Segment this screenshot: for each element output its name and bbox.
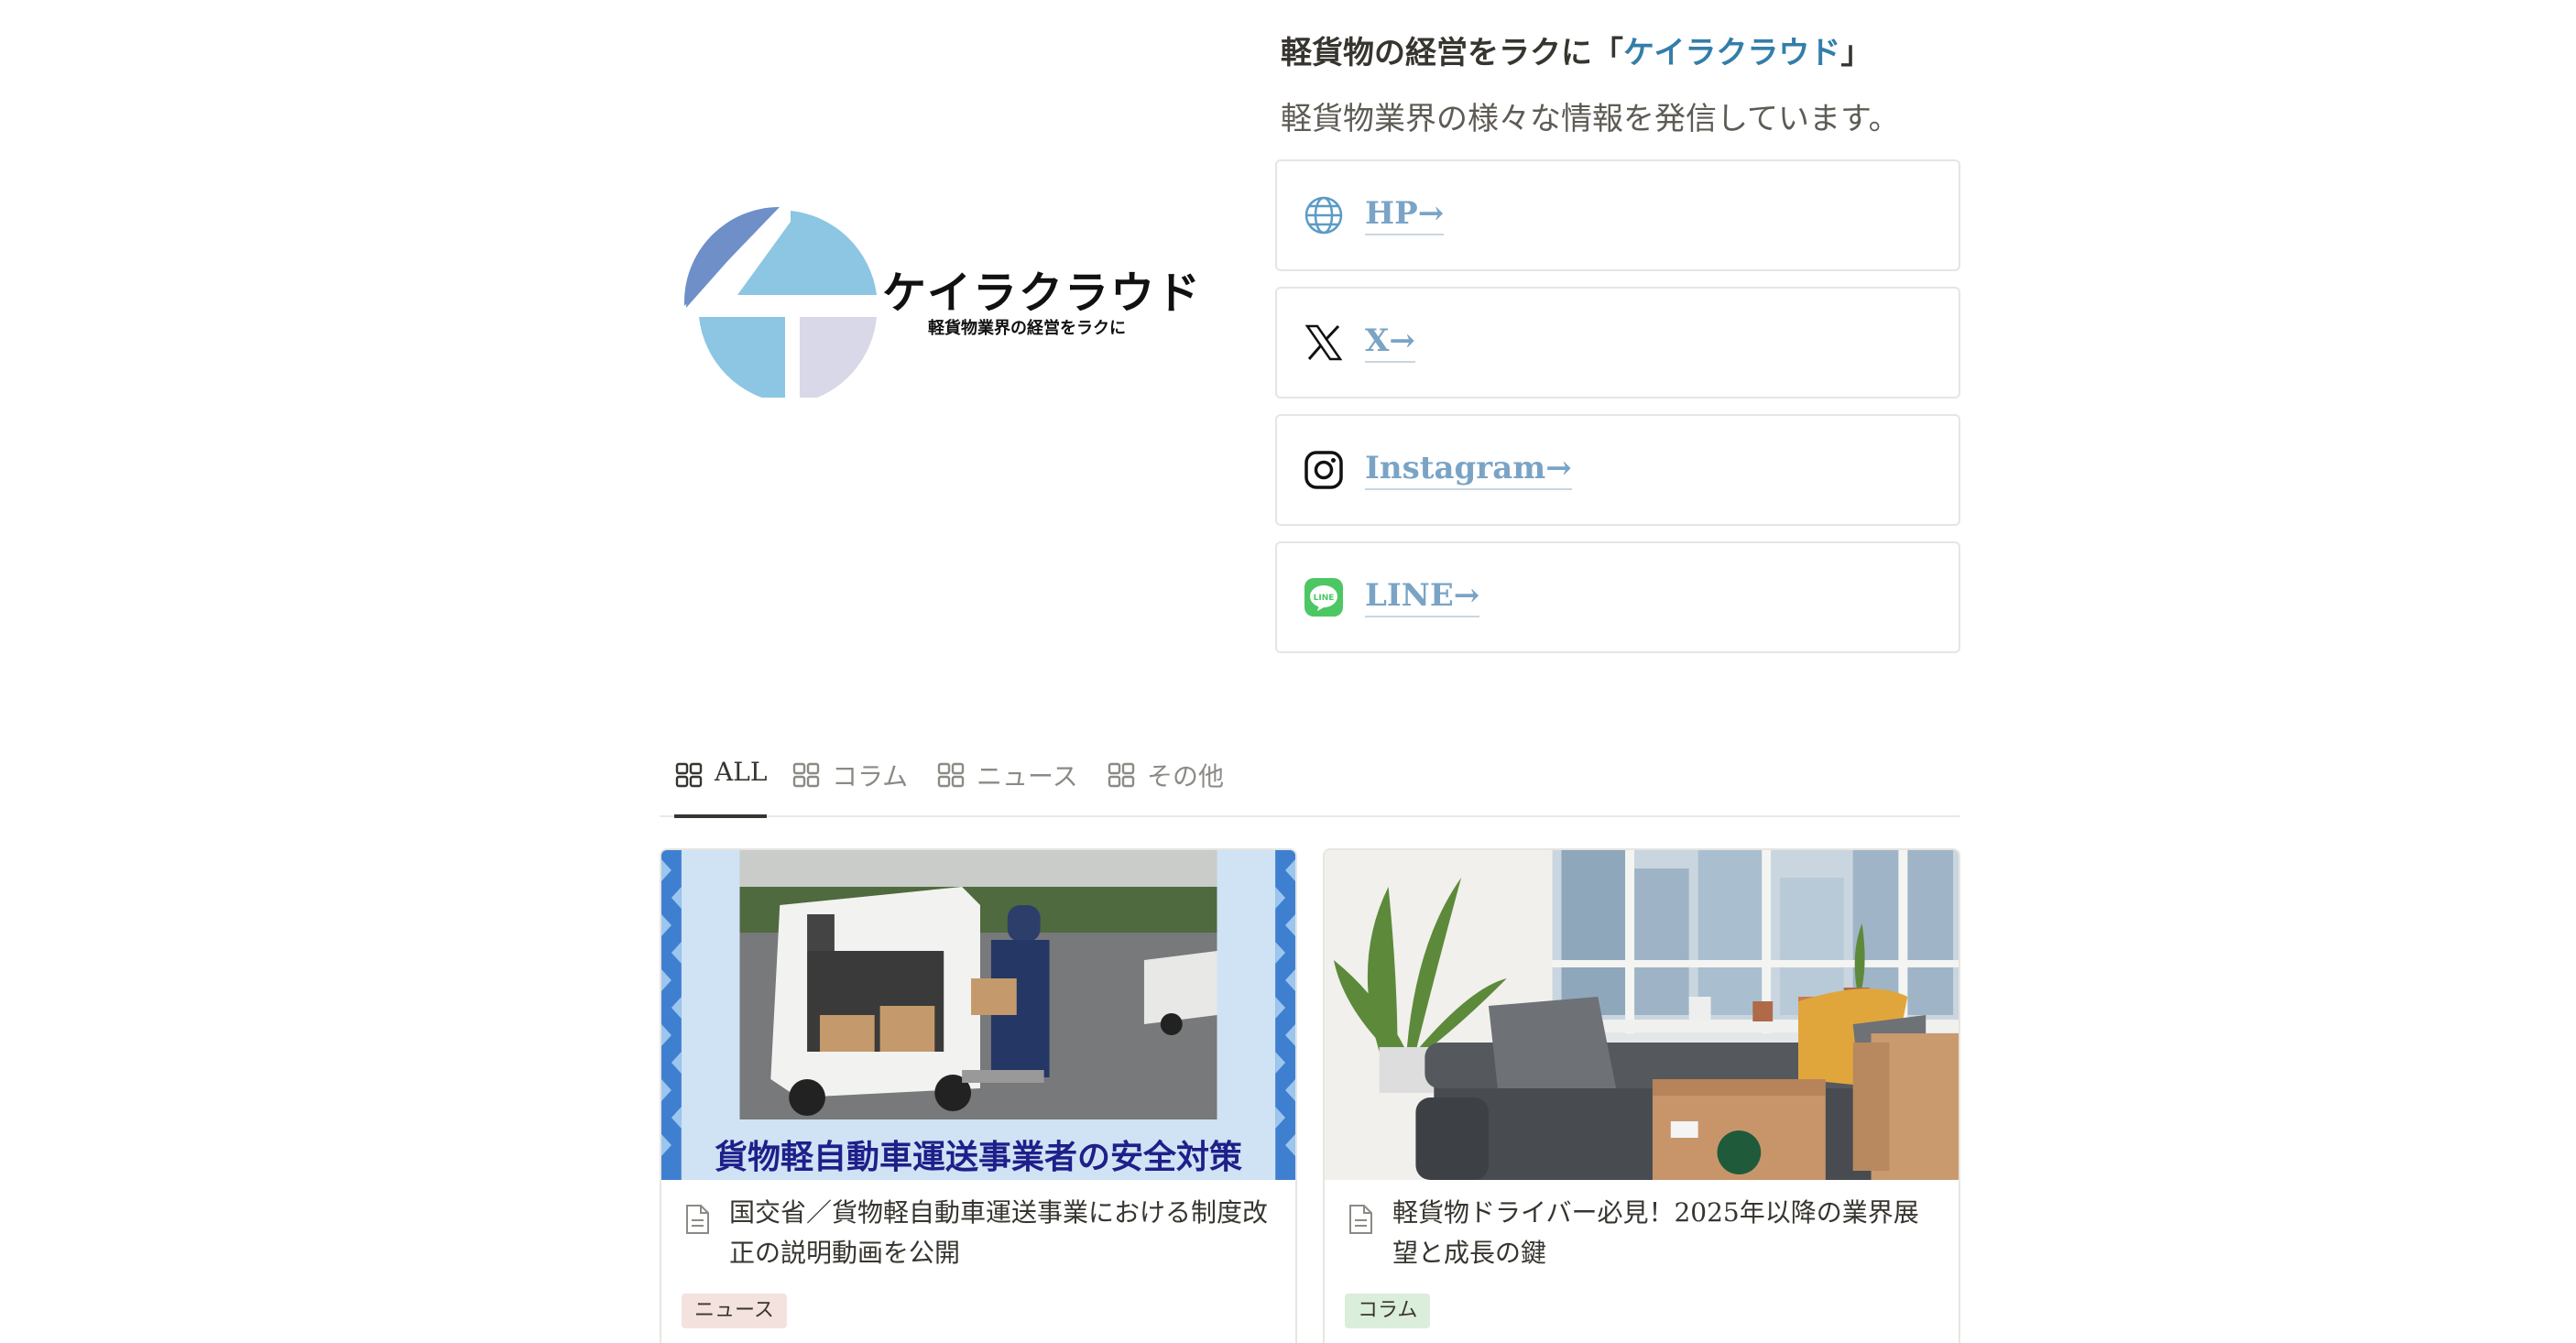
page-icon	[1349, 1205, 1372, 1234]
intro-title: 軽貨物の経営をラクに「ケイラクラウド」	[1281, 27, 1872, 72]
link-label-line[interactable]: LINE→	[1365, 577, 1480, 617]
intro-title-prefix: 軽貨物の経営をラクに「	[1281, 35, 1623, 71]
brand-name: ケイラクラウド	[882, 268, 1203, 319]
link-card-instagram[interactable]: Instagram→	[1275, 414, 1960, 526]
category-tabs: ALL コラム ニュース その他	[660, 742, 1960, 818]
brand-logo: ケイラクラウド 軽貨物業界の経営をラクに	[682, 200, 1200, 398]
tab-label: コラム	[832, 761, 909, 792]
link-label-x[interactable]: X→	[1365, 322, 1415, 363]
article-thumbnail	[1325, 850, 1959, 1180]
svg-text:LINE: LINE	[1314, 594, 1335, 603]
category-tag: コラム	[1345, 1294, 1431, 1328]
intro-title-accent: ケイラクラウド	[1623, 35, 1841, 71]
intro-description: 軽貨物業界の様々な情報を発信しています。	[1281, 101, 1900, 137]
article-title[interactable]: 軽貨物ドライバー必見！2025年以降の業界展望と成長の鍵	[1392, 1193, 1942, 1273]
page: ケイラクラウド 軽貨物業界の経営をラクに 軽貨物の経営をラクに「ケイラクラウド」…	[0, 0, 2576, 1343]
globe-icon	[1303, 194, 1345, 236]
line-icon: LINE	[1303, 576, 1345, 618]
gallery-icon	[937, 762, 965, 788]
article-thumbnail: 貨物軽自動車運送事業者の安全対策	[661, 850, 1295, 1180]
page-icon	[686, 1205, 709, 1234]
tab-label: ニュース	[977, 761, 1078, 792]
link-label-instagram[interactable]: Instagram→	[1365, 450, 1572, 490]
gallery-icon	[675, 762, 703, 788]
link-card-hp[interactable]: HP→	[1275, 159, 1960, 271]
intro-title-suffix: 」	[1840, 35, 1872, 71]
tab-label: ALL	[715, 757, 768, 787]
article-card[interactable]: 貨物軽自動車運送事業者の安全対策 国交省／貨物軽自動車運送事業における制度改正の…	[660, 848, 1297, 1343]
link-card-x[interactable]: X→	[1275, 287, 1960, 399]
tab-other[interactable]: その他	[1107, 757, 1224, 815]
thumbnail-caption: 貨物軽自動車運送事業者の安全対策	[714, 1139, 1242, 1176]
article-title[interactable]: 国交省／貨物軽自動車運送事業における制度改正の説明動画を公開	[729, 1193, 1279, 1273]
tab-column[interactable]: コラム	[791, 757, 908, 815]
x-logo-icon	[1303, 322, 1345, 364]
link-label-hp[interactable]: HP→	[1365, 195, 1445, 235]
article-card[interactable]: 軽貨物ドライバー必見！2025年以降の業界展望と成長の鍵 コラム	[1323, 848, 1960, 1343]
instagram-icon	[1303, 449, 1345, 491]
tab-all[interactable]: ALL	[674, 757, 768, 818]
tab-label: その他	[1147, 761, 1225, 792]
link-card-line[interactable]: LINE LINE→	[1275, 541, 1960, 653]
brand-tagline: 軽貨物業界の経営をラクに	[928, 319, 1126, 338]
tab-news[interactable]: ニュース	[936, 757, 1078, 815]
gallery-icon	[792, 762, 820, 788]
gallery-icon	[1108, 762, 1135, 788]
category-tag: ニュース	[682, 1294, 787, 1328]
